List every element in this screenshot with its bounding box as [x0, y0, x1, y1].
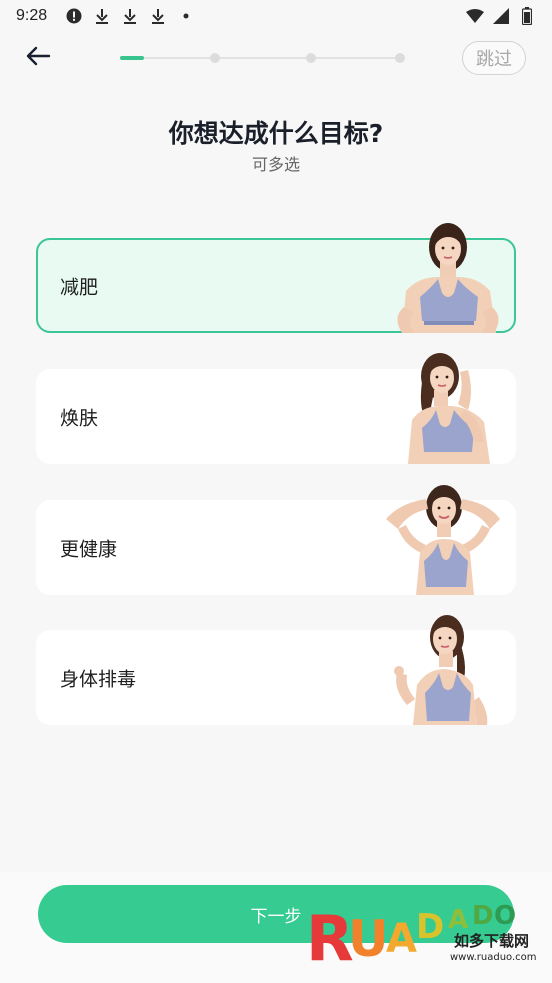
- svg-text:O: O: [494, 901, 516, 931]
- page-title: 你想达成什么目标?: [168, 119, 384, 148]
- battery-icon: [518, 7, 536, 25]
- svg-text:如多下载网: 如多下载网: [454, 932, 529, 950]
- model-image: [397, 223, 499, 333]
- watermark-logo: R U A D A D O 如多下载网 www.ruaduo.com: [306, 901, 537, 970]
- step-progress: [120, 53, 405, 63]
- page-subtitle: 可多选: [251, 155, 300, 174]
- svg-text:A: A: [448, 905, 468, 935]
- goal-option-lose-weight[interactable]: 减肥: [36, 223, 516, 333]
- option-label: 焕肤: [60, 407, 99, 429]
- next-button-label: 下一步: [250, 906, 302, 927]
- download-icon: [149, 7, 167, 25]
- model-image: [394, 615, 488, 725]
- goal-option-healthier[interactable]: 更健康: [36, 485, 516, 595]
- goal-option-skin[interactable]: 焕肤: [36, 353, 516, 464]
- status-left: 9:28: [16, 7, 195, 25]
- svg-text:D: D: [416, 907, 444, 947]
- arrow-left-icon: [25, 46, 51, 70]
- svg-text:D: D: [472, 901, 494, 931]
- signal-icon: [492, 7, 510, 25]
- download-icon: [93, 7, 111, 25]
- wifi-icon: [466, 7, 484, 25]
- skip-button[interactable]: 跳过: [462, 41, 526, 75]
- status-bar: 9:28: [0, 0, 552, 32]
- model-image: [386, 485, 500, 595]
- progress-track: [120, 57, 404, 59]
- status-time: 9:28: [16, 7, 48, 24]
- svg-text:A: A: [386, 916, 417, 962]
- svg-text:U: U: [348, 910, 389, 968]
- download-icon: [121, 7, 139, 25]
- progress-dot: [395, 53, 405, 63]
- status-right: [466, 7, 536, 25]
- option-label: 减肥: [60, 276, 99, 298]
- progress-dot: [306, 53, 316, 63]
- alert-circle-icon: [65, 7, 83, 25]
- dot-icon: [177, 7, 195, 25]
- progress-fill: [120, 56, 144, 60]
- model-image: [408, 353, 490, 464]
- progress-dot: [210, 53, 220, 63]
- back-button[interactable]: [20, 40, 56, 76]
- svg-text:R: R: [306, 902, 354, 970]
- goal-option-detox[interactable]: 身体排毒: [36, 615, 516, 725]
- option-label: 身体排毒: [60, 668, 137, 690]
- svg-text:www.ruaduo.com: www.ruaduo.com: [450, 952, 537, 963]
- top-nav: 跳过: [0, 36, 552, 80]
- option-label: 更健康: [60, 538, 118, 560]
